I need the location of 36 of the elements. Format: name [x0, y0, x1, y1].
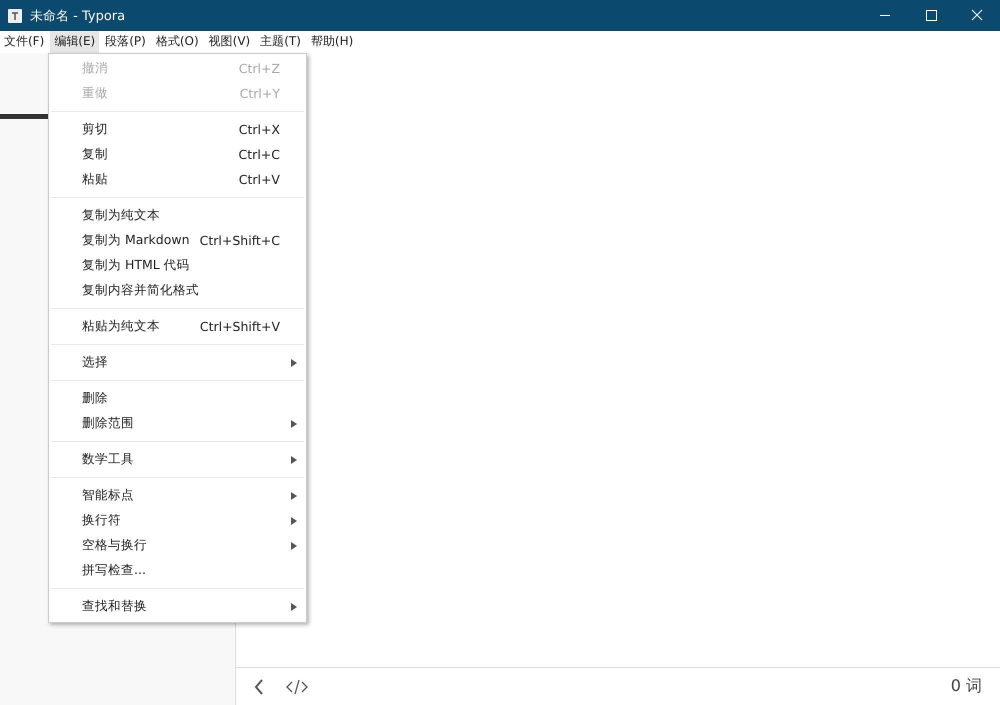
- menu-bar-item[interactable]: 视图(V): [204, 31, 254, 53]
- menu-bar-item[interactable]: 文件(F): [0, 31, 48, 53]
- menu-item[interactable]: 查找和替换: [49, 594, 306, 619]
- submenu-arrow-icon: [291, 358, 297, 366]
- app-icon: [8, 8, 22, 22]
- menu-bar-item[interactable]: 格式(O): [152, 31, 203, 53]
- menu-item[interactable]: 粘贴 Ctrl+V: [49, 167, 306, 192]
- submenu-arrow-icon: [291, 492, 297, 500]
- menu-item[interactable]: 复制 Ctrl+C: [49, 142, 306, 167]
- menu-item[interactable]: 剪切 Ctrl+X: [49, 117, 306, 142]
- window-title: 未命名 - Typora: [30, 8, 126, 24]
- menu-item[interactable]: 选择: [49, 350, 306, 375]
- submenu-arrow-icon: [291, 602, 297, 610]
- menu-item[interactable]: 数学工具: [49, 447, 306, 472]
- code-icon[interactable]: [286, 678, 308, 694]
- menu-item[interactable]: 删除: [49, 386, 306, 411]
- menu-item[interactable]: 粘贴为纯文本 Ctrl+Shift+V: [49, 314, 306, 339]
- menu-item[interactable]: 复制为纯文本: [49, 203, 306, 228]
- menu-bar-item[interactable]: 段落(P): [101, 31, 150, 53]
- submenu-arrow-icon: [291, 516, 297, 524]
- submenu-arrow-icon: [291, 456, 297, 464]
- submenu-arrow-icon: [291, 420, 297, 428]
- menu-item[interactable]: 拼写检查...: [49, 558, 306, 583]
- menu-bar-item[interactable]: 主题(T): [256, 31, 305, 53]
- menu-item[interactable]: 换行符: [49, 508, 306, 533]
- menu-item[interactable]: 删除范围: [49, 411, 306, 436]
- menu-item[interactable]: 复制内容并简化格式: [49, 278, 306, 303]
- chevron-left-icon[interactable]: [254, 678, 264, 694]
- menu-bar-item[interactable]: 帮助(H): [306, 31, 358, 53]
- menu-item[interactable]: 复制为 HTML 代码: [49, 253, 306, 278]
- menu-bar-item[interactable]: 编辑(E): [50, 31, 100, 53]
- menu-item[interactable]: 复制为 Markdown Ctrl+Shift+C: [49, 228, 306, 253]
- word-count: 0 词: [950, 676, 982, 697]
- menu-item[interactable]: 智能标点: [49, 483, 306, 508]
- submenu-arrow-icon: [291, 542, 297, 550]
- menu-item[interactable]: 空格与换行: [49, 533, 306, 558]
